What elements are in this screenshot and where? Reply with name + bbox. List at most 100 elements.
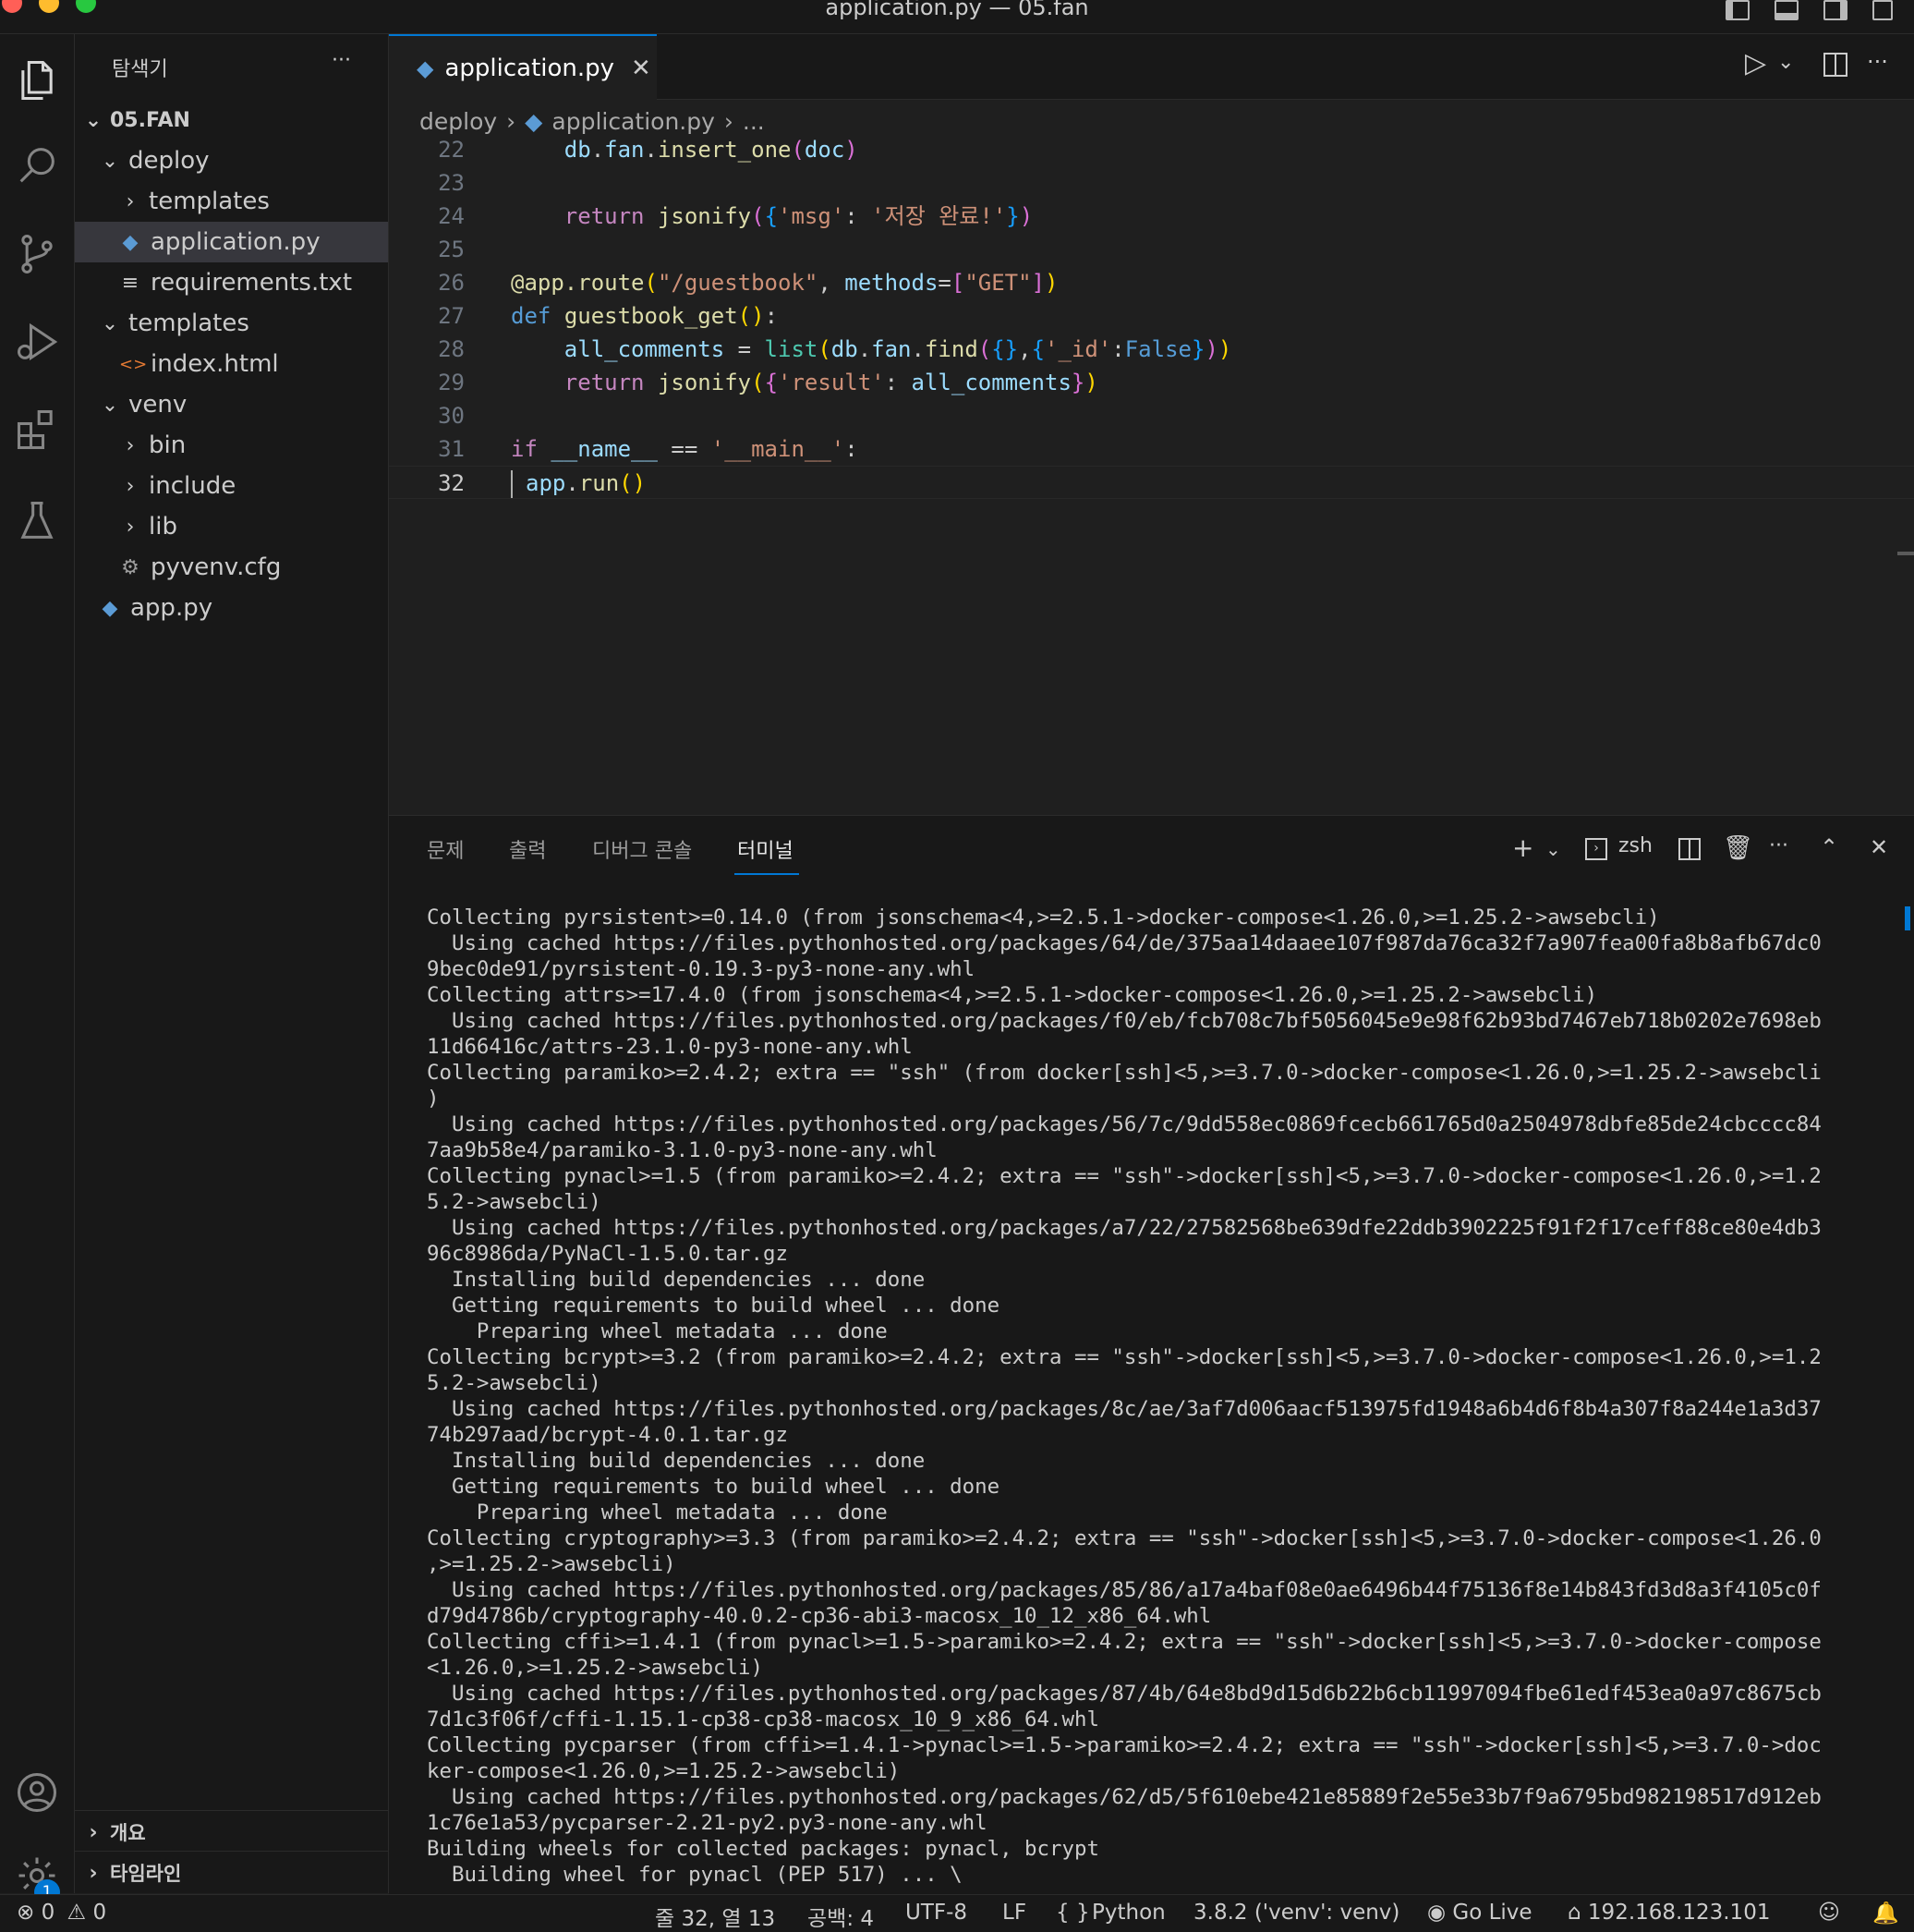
terminal-line: 5.2->awsebcli) [427, 1371, 601, 1395]
html-file-icon: <> [119, 354, 148, 374]
terminal-line: Installing build dependencies ... done [427, 1268, 926, 1292]
close-panel-icon[interactable]: ✕ [1870, 834, 1888, 860]
indentation[interactable]: 공백: 4 [807, 1901, 874, 1932]
code-line[interactable]: 26 @app.route("/guestbook", methods=["GET… [389, 266, 1914, 299]
terminal-line: Using cached https://files.pythonhosted.… [427, 1785, 1822, 1809]
accounts-icon[interactable] [0, 1756, 74, 1829]
python-file-icon: ◆ [102, 596, 118, 620]
testing-icon[interactable] [0, 484, 74, 558]
warning-icon: ⚠ [67, 1901, 87, 1925]
editor-scrollbar[interactable] [1897, 552, 1914, 555]
activity-bar: 1 [0, 34, 75, 1905]
toggle-primary-sidebar-icon[interactable] [1726, 0, 1750, 20]
code-line[interactable]: 25 [389, 233, 1914, 266]
tab-application-py[interactable]: ◆ application.py ✕ [389, 34, 657, 100]
language-braces-icon: { } [1056, 1901, 1090, 1925]
terminal-line: Using cached https://files.pythonhosted.… [427, 1682, 1822, 1706]
close-tab-icon[interactable]: ✕ [631, 55, 651, 82]
run-options-chevron-icon[interactable]: ⌄ [1777, 51, 1794, 74]
tree-item[interactable]: ⌄ venv [75, 384, 388, 425]
breadcrumb-symbol[interactable]: ... [743, 108, 765, 135]
remote-host[interactable]: ⌂ 192.168.123.101 [1568, 1901, 1770, 1925]
terminal-icon: › [1585, 838, 1607, 860]
terminal-line: Using cached https://files.pythonhosted.… [427, 1216, 1822, 1240]
split-terminal-icon[interactable] [1678, 838, 1701, 860]
terminal-shell-name[interactable]: zsh [1618, 834, 1653, 857]
tree-item-label: index.html [151, 350, 279, 378]
terminal-output[interactable]: Collecting pyrsistent>=0.14.0 (from json… [427, 905, 1868, 1888]
editor-more-icon[interactable]: ··· [1867, 49, 1888, 75]
new-terminal-plus-icon[interactable]: + [1512, 832, 1533, 863]
tree-item[interactable]: <> index.html [75, 344, 388, 384]
notifications-bell-icon[interactable]: 🔔 [1872, 1901, 1899, 1926]
trash-icon[interactable]: 🗑 [1723, 834, 1753, 862]
terminal-line: Collecting cryptography>=3.3 (from param… [427, 1526, 1822, 1550]
terminal-line: Installing build dependencies ... done [427, 1449, 926, 1473]
cursor-position[interactable]: 줄 32, 열 13 [655, 1901, 775, 1932]
tree-item-label: include [149, 472, 236, 500]
explorer-icon[interactable] [0, 43, 74, 117]
run-and-debug-icon[interactable] [0, 305, 74, 379]
tree-item[interactable]: › templates [75, 181, 388, 222]
terminal-dropdown-chevron-icon[interactable]: ⌄ [1545, 838, 1561, 860]
code-line[interactable]: 31 if __name__ == '__main__': [389, 432, 1914, 466]
go-live[interactable]: ◉ Go Live [1427, 1901, 1532, 1925]
tab-problems[interactable]: 문제 [427, 834, 464, 864]
breadcrumb-deploy[interactable]: deploy [419, 108, 497, 135]
feedback-icon[interactable]: ☺ [1818, 1901, 1840, 1925]
code-line[interactable]: 28 all_comments = list(db.fan.find({},{'… [389, 333, 1914, 366]
terminal-line: 11d66416c/attrs-23.1.0-py3-none-any.whl [427, 1035, 913, 1059]
tree-item[interactable]: ◆ application.py [75, 222, 388, 262]
tree-item[interactable]: › bin [75, 425, 388, 466]
tree-item[interactable]: ⚙ pyvenv.cfg [75, 547, 388, 588]
tab-output[interactable]: 출력 [509, 834, 546, 864]
terminal-line: Using cached https://files.pythonhosted.… [427, 931, 1822, 955]
tree-item-label: templates [149, 188, 270, 215]
search-icon[interactable] [0, 128, 74, 202]
code-line[interactable]: 29 return jsonify({'result': all_comment… [389, 366, 1914, 399]
language-mode[interactable]: Python [1092, 1901, 1166, 1925]
tab-debug-console[interactable]: 디버그 콘솔 [592, 834, 692, 864]
tree-item[interactable]: › include [75, 466, 388, 506]
explorer-more-icon[interactable]: ··· [332, 49, 351, 72]
code-line-current[interactable]: 32 app.run() [389, 466, 1914, 499]
maximize-panel-chevron-up-icon[interactable]: ⌃ [1820, 834, 1838, 860]
customize-layout-icon[interactable] [1872, 0, 1893, 20]
explorer-sidebar: 탐색기 ··· ⌄ 05.FAN ⌄ deploy › templates ◆ appli… [75, 34, 389, 1893]
outline-label: 개요 [110, 1822, 146, 1844]
outline-section[interactable]: › 개요 [75, 1812, 388, 1853]
tree-item[interactable]: ⌄ deploy [75, 140, 388, 181]
code-line[interactable]: 27 def guestbook_get(): [389, 299, 1914, 333]
code-line[interactable]: 30 [389, 399, 1914, 432]
source-control-icon[interactable] [0, 217, 74, 291]
end-of-line[interactable]: LF [1002, 1901, 1026, 1925]
code-line[interactable]: 24 return jsonify({'msg': '저장 완료!'}) [389, 200, 1914, 233]
terminal-line: Getting requirements to build wheel ... … [427, 1294, 1000, 1318]
tree-item[interactable]: › lib [75, 506, 388, 547]
tree-item[interactable]: ◆ app.py [75, 588, 388, 628]
terminal-line: 1c76e1a53/pycparser-2.21-py2.py3-none-an… [427, 1811, 987, 1835]
problems-status[interactable]: ⊗ 0 ⚠ 0 [17, 1901, 106, 1925]
python-interpreter[interactable]: 3.8.2 ('venv': venv) [1193, 1901, 1399, 1925]
terminal-line: Using cached https://files.pythonhosted.… [427, 1397, 1822, 1421]
code-line[interactable]: 22 db.fan.insert_one(doc) [389, 133, 1914, 166]
toggle-panel-icon[interactable] [1775, 0, 1799, 20]
split-editor-icon[interactable] [1823, 53, 1847, 77]
terminal-scrollbar[interactable] [1905, 906, 1910, 930]
error-icon: ⊗ [17, 1901, 35, 1925]
timeline-section[interactable]: › 타임라인 [75, 1853, 388, 1893]
panel-more-icon[interactable]: ··· [1769, 834, 1788, 857]
tab-terminal[interactable]: 터미널 [737, 834, 793, 864]
encoding[interactable]: UTF-8 [905, 1901, 967, 1925]
toggle-secondary-sidebar-icon[interactable] [1823, 0, 1847, 20]
run-python-file-icon[interactable]: ▷ [1745, 47, 1766, 79]
terminal-line: 7d1c3f06f/cffi-1.15.1-cp38-cp38-macosx_1… [427, 1707, 1099, 1732]
extensions-icon[interactable] [0, 393, 74, 467]
code-line[interactable]: 23 [389, 166, 1914, 200]
terminal-line: Collecting pycparser (from cffi>=1.4.1->… [427, 1733, 1822, 1757]
tree-item[interactable]: ≡ requirements.txt [75, 262, 388, 303]
workspace-root[interactable]: ⌄ 05.FAN [75, 100, 388, 140]
tree-item[interactable]: ⌄ templates [75, 303, 388, 344]
breadcrumb-file[interactable]: application.py [551, 108, 715, 135]
window-title: application.py — 05.fan [825, 0, 1089, 20]
